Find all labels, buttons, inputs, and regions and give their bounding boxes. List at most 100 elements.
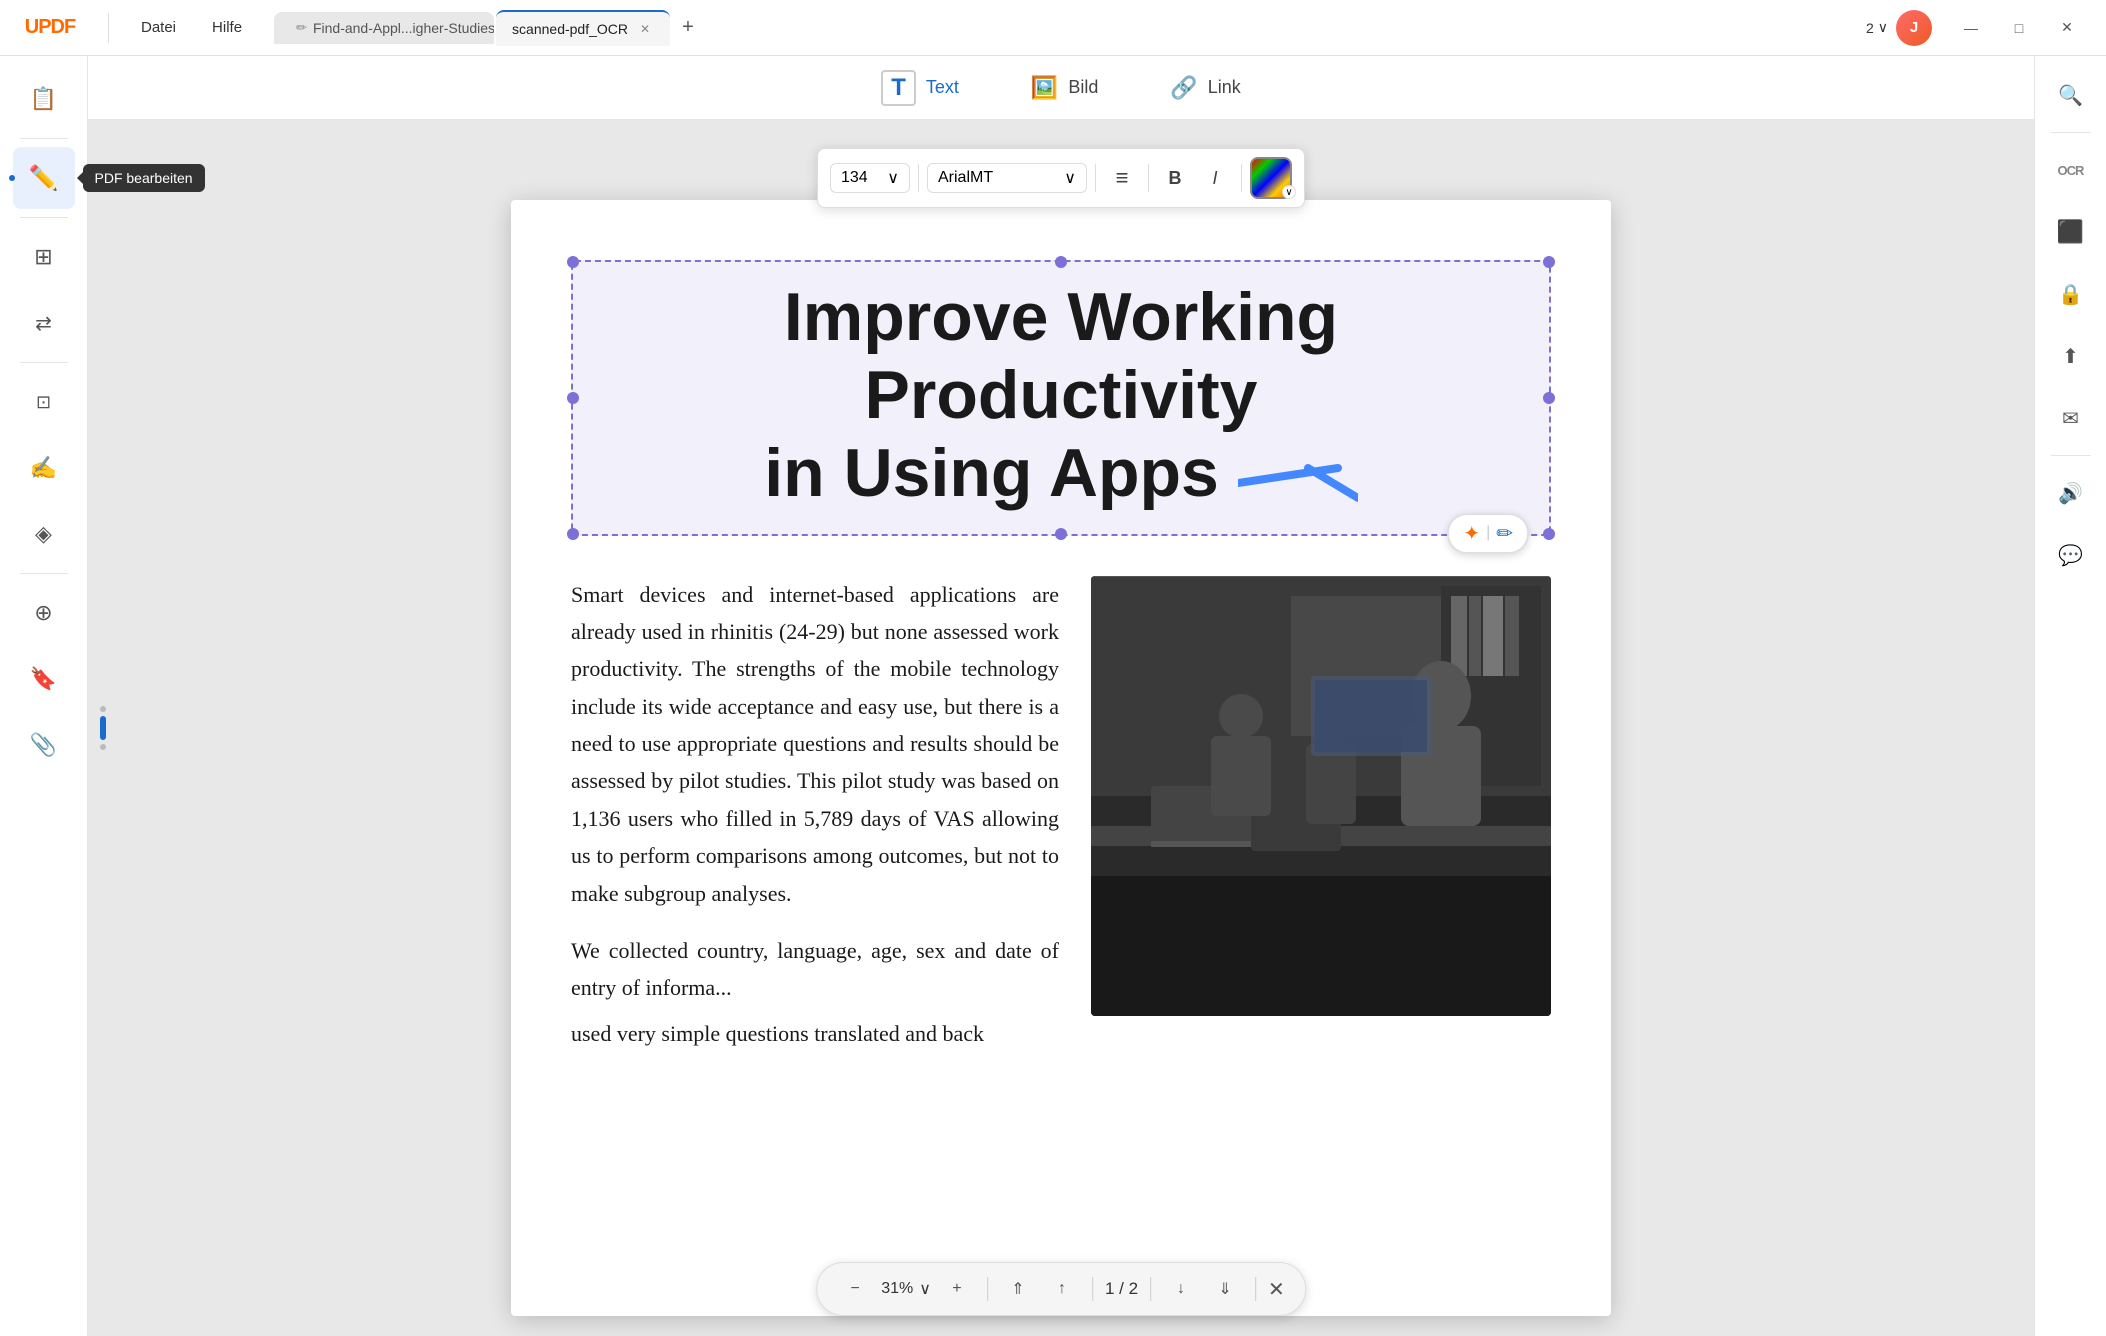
zoom-selector[interactable]: 31% ∨: [881, 1279, 931, 1299]
ocr-icon: ⊡: [36, 392, 51, 413]
sidebar-item-view-pages[interactable]: 📋: [13, 68, 75, 130]
maximize-button[interactable]: □: [1996, 10, 2042, 46]
bold-icon: B: [1169, 168, 1182, 189]
handle-br[interactable]: [1543, 528, 1555, 540]
zoom-in-button[interactable]: +: [939, 1271, 975, 1307]
bb-div-3: [1150, 1277, 1151, 1301]
menu-datei[interactable]: Datei: [125, 13, 192, 42]
sidebar-item-attachment[interactable]: 📎: [13, 714, 75, 776]
minimize-button[interactable]: —: [1948, 10, 1994, 46]
sidebar-item-stamp[interactable]: ◈: [13, 503, 75, 565]
fmt-div-1: [918, 164, 919, 192]
link-tool-icon: 🔗: [1170, 75, 1197, 101]
user-avatar[interactable]: J: [1896, 10, 1932, 46]
italic-button[interactable]: I: [1197, 160, 1233, 196]
nav-up-button[interactable]: ↑: [1044, 1271, 1080, 1307]
italic-icon: I: [1212, 168, 1217, 189]
content-columns: Smart devices and internet-based applica…: [571, 576, 1551, 1053]
redact-icon: ⬛: [2057, 219, 2084, 245]
ai-divider: |: [1486, 524, 1490, 542]
sidebar-item-layers[interactable]: ⊕: [13, 582, 75, 644]
office-scene-svg: [1091, 576, 1551, 1016]
tab-2-label: scanned-pdf_OCR: [512, 21, 628, 37]
toolbar-text[interactable]: T Text: [861, 62, 979, 114]
content-area: T Text 🖼️ Bild 🔗 Link: [88, 56, 2034, 1336]
bold-button[interactable]: B: [1157, 160, 1193, 196]
sidebar-item-bookmark[interactable]: 🔖: [13, 648, 75, 710]
right-ocr-button[interactable]: OCR: [2044, 143, 2098, 197]
right-search-button[interactable]: 🔍: [2044, 68, 2098, 122]
right-share-button[interactable]: ⬆: [2044, 329, 2098, 383]
handle-mr[interactable]: [1543, 392, 1555, 404]
text-tool-icon: T: [881, 70, 916, 106]
fmt-div-4: [1241, 164, 1242, 192]
font-name-chevron: ∨: [1064, 168, 1076, 188]
bb-div-2: [1092, 1277, 1093, 1301]
right-redact-button[interactable]: ⬛: [2044, 205, 2098, 259]
sidebar-item-ocr[interactable]: ⊡: [13, 371, 75, 433]
zoom-chevron: ∨: [919, 1279, 931, 1299]
handle-bm[interactable]: [1055, 528, 1067, 540]
chat-icon: 💬: [2058, 543, 2083, 568]
nav-up-fast-button[interactable]: ⇑: [1000, 1271, 1036, 1307]
sidebar-item-organize[interactable]: ⊞: [13, 226, 75, 288]
color-picker-button[interactable]: ∨: [1250, 157, 1292, 199]
font-name-value: ArialMT: [938, 169, 993, 187]
stamp-icon: ◈: [35, 521, 52, 547]
selected-textbox[interactable]: Improve Working Productivity in Using Ap…: [571, 260, 1551, 536]
tab-1[interactable]: ✏ Find-and-Appl...igher-Studies: [274, 12, 494, 44]
ai-button[interactable]: ✦ | ✏: [1447, 513, 1529, 554]
handle-tl[interactable]: [567, 256, 579, 268]
fmt-div-3: [1148, 164, 1149, 192]
sidebar-item-convert[interactable]: ⇄: [13, 292, 75, 354]
window-controls: — □ ✕: [1948, 10, 2090, 46]
right-send-button[interactable]: ✉: [2044, 391, 2098, 445]
handle-bl[interactable]: [567, 528, 579, 540]
body-paragraph: Smart devices and internet-based applica…: [571, 576, 1059, 913]
format-toolbar: 134 ∨ ArialMT ∨ ≡ B: [817, 148, 1305, 208]
body-paragraph-3: used very simple questions translated an…: [571, 1015, 1059, 1052]
zoom-in-icon: +: [952, 1280, 961, 1298]
sidebar-sep-1: [20, 138, 68, 139]
close-button[interactable]: ✕: [2044, 10, 2090, 46]
tab-2[interactable]: scanned-pdf_OCR ✕: [496, 10, 670, 46]
right-chat-button[interactable]: 💬: [2044, 528, 2098, 582]
app-logo: UPDF: [0, 16, 100, 39]
tab-add-button[interactable]: +: [672, 12, 704, 44]
toolbar-link[interactable]: 🔗 Link: [1150, 67, 1260, 109]
handle-tr[interactable]: [1543, 256, 1555, 268]
right-speaker-button[interactable]: 🔊: [2044, 466, 2098, 520]
pdf-image: [1091, 576, 1551, 1016]
ai-sparkle-icon: ✦: [1463, 521, 1480, 546]
handle-ml[interactable]: [567, 392, 579, 404]
zoom-out-button[interactable]: −: [837, 1271, 873, 1307]
font-name-selector[interactable]: ArialMT ∨: [927, 163, 1087, 193]
attachment-icon: 📎: [30, 732, 57, 758]
link-tool-label: Link: [1208, 77, 1241, 98]
color-chevron: ∨: [1282, 185, 1296, 199]
toolbar-image[interactable]: 🖼️ Bild: [1011, 67, 1118, 109]
sidebar-sep-4: [20, 573, 68, 574]
right-sidebar: 🔍 OCR ⬛ 🔒 ⬆ ✉ 🔊 💬: [2034, 56, 2106, 1336]
tab-2-close[interactable]: ✕: [636, 20, 654, 38]
sidebar-item-signature[interactable]: ✍: [13, 437, 75, 499]
menu-hilfe[interactable]: Hilfe: [196, 13, 258, 42]
right-protect-button[interactable]: 🔒: [2044, 267, 2098, 321]
nav-down-button[interactable]: ↓: [1163, 1271, 1199, 1307]
fmt-div-2: [1095, 164, 1096, 192]
page-number: 2: [1866, 20, 1874, 36]
titlebar-right: 2 ∨ J — □ ✕: [1850, 10, 2106, 46]
nav-down-fast-button[interactable]: ⇓: [1207, 1271, 1243, 1307]
align-button[interactable]: ≡: [1104, 160, 1140, 196]
page-chevron[interactable]: ∨: [1878, 19, 1888, 36]
bottom-bar: − 31% ∨ + ⇑ ↑ 1 / 2: [816, 1262, 1306, 1316]
bottom-bar-close-button[interactable]: ✕: [1268, 1277, 1285, 1302]
scroll-indicator: [100, 706, 106, 750]
font-size-selector[interactable]: 134 ∨: [830, 163, 910, 193]
ocr-icon: OCR: [2058, 163, 2084, 178]
sidebar-sep-3: [20, 362, 68, 363]
sidebar-item-edit-pdf[interactable]: ✏️ PDF bearbeiten: [13, 147, 75, 209]
bb-div-1: [987, 1277, 988, 1301]
share-icon: ⬆: [2062, 344, 2079, 369]
handle-tm[interactable]: [1055, 256, 1067, 268]
